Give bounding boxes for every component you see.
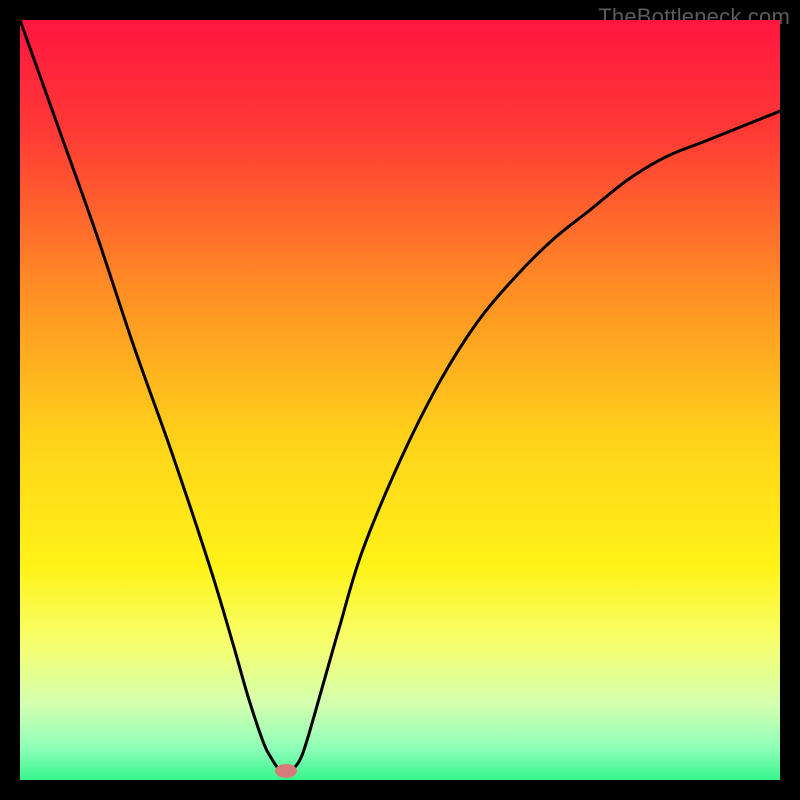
chart-background [20, 20, 780, 780]
chart-frame: TheBottleneck.com [0, 0, 800, 800]
optimum-marker [275, 764, 297, 778]
chart-svg [20, 20, 780, 780]
plot-area [20, 20, 780, 780]
